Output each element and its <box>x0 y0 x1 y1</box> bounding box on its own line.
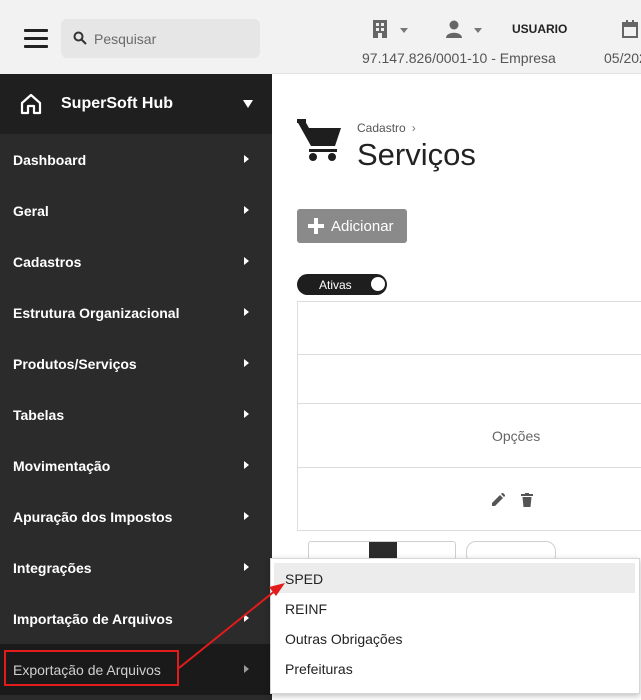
sidebar-item-movimentacao[interactable]: Movimentação <box>0 440 272 491</box>
company-label: 97.147.826/0001-10 - Empresa <box>362 50 556 66</box>
table-filter-row <box>298 355 641 404</box>
sidebar-item-label: Produtos/Serviços <box>13 356 137 372</box>
plus-icon <box>308 218 324 234</box>
sidebar-item-label: Movimentação <box>13 458 111 474</box>
top-header: USUARIO 97.147.826/0001-10 - Empresa 05/… <box>272 0 641 74</box>
chevron-right-icon <box>244 614 249 622</box>
active-toggle[interactable]: Ativas <box>297 274 387 295</box>
annotation-highlight-box <box>4 650 179 686</box>
sidebar-item-label: Tabelas <box>13 407 65 423</box>
submenu-item-label: Outras Obrigações <box>285 631 403 647</box>
search-box[interactable] <box>61 19 260 58</box>
sidebar-item-label: Geral <box>13 203 49 219</box>
brand-chevron-down-icon[interactable] <box>243 100 253 108</box>
sidebar-item-label: Dashboard <box>13 152 87 168</box>
chevron-right-icon <box>244 563 249 571</box>
period-label: 05/202 <box>604 50 641 66</box>
chevron-right-icon <box>244 155 249 163</box>
sidebar-item-label: Importação de Arquivos <box>13 611 173 627</box>
submenu-item-outras-obrigacoes[interactable]: Outras Obrigações <box>274 623 635 653</box>
submenu-item-label: Prefeituras <box>285 661 353 677</box>
sidebar-item-tabelas[interactable]: Tabelas <box>0 389 272 440</box>
building-icon[interactable] <box>372 20 388 38</box>
sidebar: SuperSoft Hub Dashboard Geral Cadastros … <box>0 74 272 700</box>
chevron-right-icon <box>244 308 249 316</box>
company-chevron-down-icon[interactable] <box>400 28 408 33</box>
breadcrumb[interactable]: Cadastro › <box>357 121 416 135</box>
brand-name: SuperSoft Hub <box>61 95 173 112</box>
shopping-cart-icon <box>297 119 341 161</box>
user-name[interactable]: USUARIO <box>512 22 567 36</box>
hamburger-menu-icon[interactable] <box>24 29 48 49</box>
sidebar-item-cadastros[interactable]: Cadastros <box>0 236 272 287</box>
chevron-right-icon <box>244 665 249 673</box>
sidebar-item-importacao-arquivos[interactable]: Importação de Arquivos <box>0 593 272 644</box>
column-header-options: Opções <box>492 428 541 444</box>
chevron-right-icon <box>244 410 249 418</box>
sidebar-item-label: Apuração dos Impostos <box>13 509 173 525</box>
page-title: Serviços <box>357 137 476 172</box>
sidebar-item-produtos-servicos[interactable]: Produtos/Serviços <box>0 338 272 389</box>
chevron-right-icon <box>244 512 249 520</box>
breadcrumb-separator: › <box>411 121 416 135</box>
calendar-icon[interactable] <box>622 20 638 38</box>
chevron-right-icon <box>244 359 249 367</box>
sidebar-item-integracoes[interactable]: Integrações <box>0 542 272 593</box>
add-button-label: Adicionar <box>331 218 394 235</box>
toggle-label: Ativas <box>319 278 352 292</box>
breadcrumb-item[interactable]: Cadastro <box>357 121 406 135</box>
submenu-item-label: SPED <box>285 571 324 587</box>
search-input[interactable] <box>94 19 254 58</box>
services-table: Opções <box>297 301 641 531</box>
trash-icon[interactable] <box>521 493 533 507</box>
chevron-right-icon <box>244 257 249 265</box>
export-submenu: SPED REINF Outras Obrigações Prefeituras <box>270 558 640 694</box>
user-chevron-down-icon[interactable] <box>474 28 482 33</box>
chevron-right-icon <box>244 461 249 469</box>
top-left-bar <box>0 0 272 74</box>
table-header-row: Opções <box>298 404 641 468</box>
sidebar-item-label: Estrutura Organizacional <box>13 305 180 321</box>
sidebar-menu: Dashboard Geral Cadastros Estrutura Orga… <box>0 134 272 695</box>
table-row <box>298 468 641 531</box>
chevron-right-icon <box>244 206 249 214</box>
sidebar-item-dashboard[interactable]: Dashboard <box>0 134 272 185</box>
user-icon[interactable] <box>446 20 462 38</box>
sidebar-item-estrutura-organizacional[interactable]: Estrutura Organizacional <box>0 287 272 338</box>
edit-pencil-icon[interactable] <box>491 493 505 507</box>
brand-header[interactable]: SuperSoft Hub <box>0 74 272 134</box>
add-button[interactable]: Adicionar <box>297 209 407 243</box>
sidebar-item-apuracao-impostos[interactable]: Apuração dos Impostos <box>0 491 272 542</box>
submenu-item-reinf[interactable]: REINF <box>274 593 635 623</box>
sidebar-item-label: Cadastros <box>13 254 82 270</box>
search-icon <box>73 31 87 45</box>
sidebar-item-label: Integrações <box>13 560 92 576</box>
sidebar-item-geral[interactable]: Geral <box>0 185 272 236</box>
submenu-item-label: REINF <box>285 601 327 617</box>
submenu-item-prefeituras[interactable]: Prefeituras <box>274 653 635 683</box>
submenu-item-sped[interactable]: SPED <box>274 563 635 593</box>
table-header-row <box>298 302 641 355</box>
home-icon <box>20 93 42 115</box>
toggle-knob <box>371 277 385 291</box>
